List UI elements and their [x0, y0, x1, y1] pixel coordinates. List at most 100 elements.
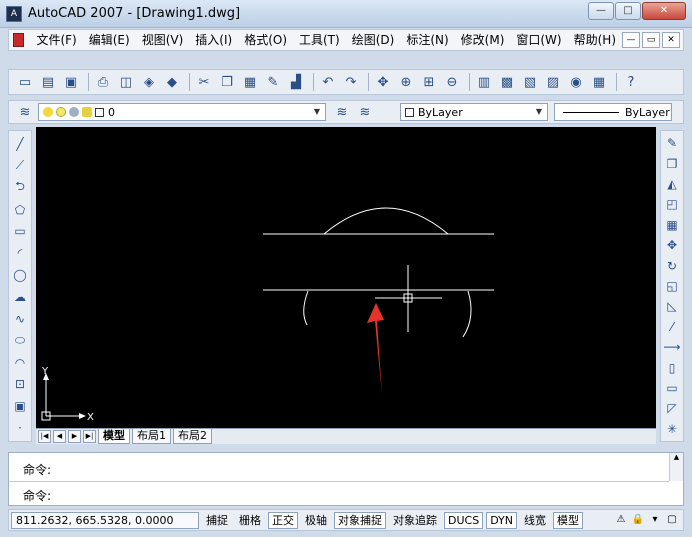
properties-icon[interactable]: ▥: [474, 72, 494, 92]
tab-layout-0[interactable]: 模型: [98, 429, 130, 444]
array-icon[interactable]: ▦: [663, 217, 681, 233]
construction-line-icon[interactable]: ⟋: [11, 157, 29, 175]
erase-icon[interactable]: ✎: [663, 135, 681, 151]
layer-dropdown[interactable]: 0 ▼: [38, 103, 326, 121]
maximize-button[interactable]: □: [615, 2, 641, 20]
last-layout-button[interactable]: ▶|: [83, 430, 96, 443]
revision-cloud-icon[interactable]: ☁: [11, 288, 29, 306]
ellipse-icon[interactable]: ⬭: [11, 332, 29, 350]
menu-dimension[interactable]: 标注(N): [400, 30, 454, 50]
extend-icon[interactable]: ⟶: [663, 339, 681, 355]
pan-icon[interactable]: ✥: [373, 72, 393, 92]
rotate-icon[interactable]: ↻: [663, 257, 681, 273]
menu-modify[interactable]: 修改(M): [455, 30, 511, 50]
stretch-icon[interactable]: ◺: [663, 298, 681, 314]
dyn-button[interactable]: DYN: [486, 511, 518, 529]
circle-icon[interactable]: ◯: [11, 266, 29, 284]
polyline-icon[interactable]: ⮌: [11, 179, 29, 197]
prev-layout-button[interactable]: ◀: [53, 430, 66, 443]
copy-icon[interactable]: ❐: [217, 72, 237, 92]
polygon-icon[interactable]: ⬠: [11, 201, 29, 219]
top-arc[interactable]: [323, 207, 449, 235]
save-icon[interactable]: ▣: [61, 72, 81, 92]
trim-icon[interactable]: ⁄: [663, 319, 681, 335]
lower-left-arc[interactable]: [303, 290, 309, 326]
ducs-button[interactable]: DUCS: [444, 511, 484, 529]
otrack-button[interactable]: 对象追踪: [389, 512, 441, 529]
match-properties-icon[interactable]: ✎: [263, 72, 283, 92]
menu-insert[interactable]: 插入(I): [189, 30, 238, 50]
design-center-icon[interactable]: ▩: [497, 72, 517, 92]
chevron-down-icon[interactable]: ▼: [311, 106, 323, 118]
document-icon[interactable]: [13, 33, 25, 47]
move-icon[interactable]: ✥: [663, 237, 681, 253]
menu-file[interactable]: 文件(F): [30, 30, 82, 50]
doc-minimize-button[interactable]: —: [622, 32, 640, 48]
snap-button[interactable]: 捕捉: [202, 512, 232, 529]
break-icon[interactable]: ▯: [663, 359, 681, 375]
insert-block-icon[interactable]: ⊡: [11, 375, 29, 393]
menu-view[interactable]: 视图(V): [136, 30, 190, 50]
mirror-icon[interactable]: ◭: [663, 176, 681, 192]
next-layout-button[interactable]: ▶: [68, 430, 81, 443]
lwt-button[interactable]: 线宽: [520, 512, 550, 529]
markup-icon[interactable]: ◉: [566, 72, 586, 92]
cut-icon[interactable]: ✂: [194, 72, 214, 92]
ortho-button[interactable]: 正交: [268, 511, 298, 529]
drawing-area[interactable]: Y X: [36, 127, 656, 428]
command-window[interactable]: 命令: 命令: ▲: [8, 452, 684, 506]
menu-tools[interactable]: 工具(T): [293, 30, 346, 50]
lock-icon[interactable]: 🔒: [631, 513, 645, 527]
menu-draw[interactable]: 绘图(D): [346, 30, 401, 50]
zoom-previous-icon[interactable]: ⊖: [442, 72, 462, 92]
point-icon[interactable]: ·: [11, 419, 29, 437]
model-button[interactable]: 模型: [553, 511, 584, 529]
clean-screen-icon[interactable]: ▢: [665, 513, 679, 527]
paste-icon[interactable]: ▦: [240, 72, 260, 92]
minimize-button[interactable]: —: [588, 2, 614, 20]
print-icon[interactable]: ⎙: [93, 72, 113, 92]
tab-layout-1[interactable]: 布局1: [132, 429, 171, 444]
menu-help[interactable]: 帮助(H): [568, 30, 622, 50]
command-prompt[interactable]: 命令:: [23, 487, 51, 504]
open-icon[interactable]: ▤: [38, 72, 58, 92]
line-icon[interactable]: ╱: [11, 135, 29, 153]
make-object-layer-current-icon[interactable]: ≋: [332, 102, 352, 122]
comm-center-icon[interactable]: ⚠: [614, 513, 628, 527]
rectangle-icon[interactable]: ▭: [11, 223, 29, 241]
make-block-icon[interactable]: ▣: [11, 397, 29, 415]
join-icon[interactable]: ▭: [663, 380, 681, 396]
ellipse-arc-icon[interactable]: ◠: [11, 354, 29, 372]
grid-button[interactable]: 栅格: [235, 512, 265, 529]
copy-object-icon[interactable]: ❐: [663, 155, 681, 171]
close-button[interactable]: ✕: [642, 2, 686, 20]
layer-manager-icon[interactable]: ≋: [15, 102, 35, 122]
help-icon[interactable]: ?: [621, 72, 641, 92]
chamfer-icon[interactable]: ◸: [663, 400, 681, 416]
offset-icon[interactable]: ◰: [663, 196, 681, 212]
doc-restore-button[interactable]: ▭: [642, 32, 660, 48]
linetype-dropdown[interactable]: ByLayer: [554, 103, 672, 121]
tab-layout-2[interactable]: 布局2: [173, 429, 212, 444]
block-editor-icon[interactable]: ▟: [286, 72, 306, 92]
scale-icon[interactable]: ◱: [663, 278, 681, 294]
chevron-down-icon[interactable]: ▼: [533, 106, 545, 118]
zoom-window-icon[interactable]: ⊞: [419, 72, 439, 92]
sheet-set-icon[interactable]: ▨: [543, 72, 563, 92]
doc-close-button[interactable]: ✕: [662, 32, 680, 48]
command-scrollbar[interactable]: ▲: [669, 453, 683, 481]
arc-icon[interactable]: ◜: [11, 244, 29, 262]
color-dropdown[interactable]: ByLayer ▼: [400, 103, 548, 121]
publish-icon[interactable]: ◈: [139, 72, 159, 92]
tool-palettes-icon[interactable]: ▧: [520, 72, 540, 92]
menu-window[interactable]: 窗口(W): [510, 30, 567, 50]
3d-dwf-icon[interactable]: ◆: [162, 72, 182, 92]
layer-previous-icon[interactable]: ≋: [355, 102, 375, 122]
calculator-icon[interactable]: ▦: [589, 72, 609, 92]
explode-icon[interactable]: ✳: [663, 421, 681, 437]
menu-format[interactable]: 格式(O): [238, 30, 293, 50]
print-preview-icon[interactable]: ◫: [116, 72, 136, 92]
lower-right-arc[interactable]: [462, 290, 472, 338]
osnap-button[interactable]: 对象捕捉: [334, 511, 386, 529]
polar-button[interactable]: 极轴: [301, 512, 331, 529]
